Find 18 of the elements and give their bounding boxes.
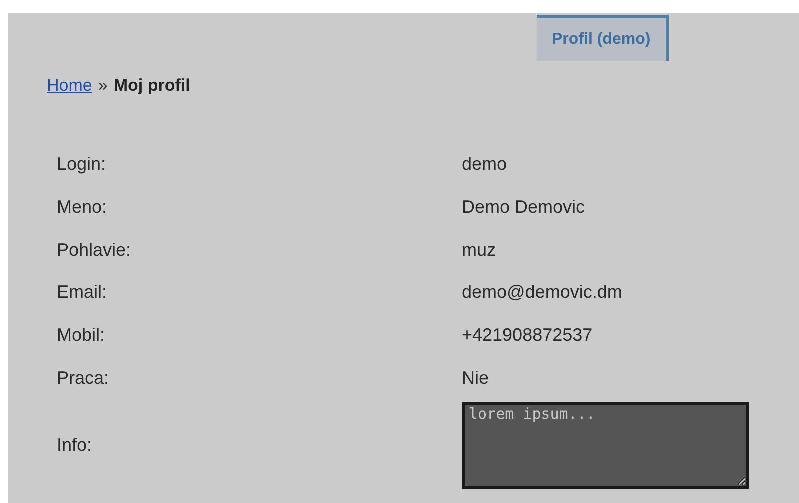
field-value: Demo Demovic xyxy=(462,196,586,220)
breadcrumb-current: Moj profil xyxy=(114,75,190,97)
home-link[interactable]: Home xyxy=(47,73,92,98)
field-label: Mobil: xyxy=(56,324,106,348)
field-value: muz xyxy=(462,238,496,262)
field-label: Email: xyxy=(56,281,108,304)
field-label: Login: xyxy=(56,153,108,176)
field-value: +421908872537 xyxy=(462,324,593,348)
field-value: Nie xyxy=(462,366,490,390)
field-value: demo xyxy=(462,153,508,176)
breadcrumb-separator: » xyxy=(98,75,108,97)
field-label: Praca: xyxy=(56,366,110,390)
field-label: Info: xyxy=(56,434,94,458)
field-value: demo@demovic.dm xyxy=(462,281,622,304)
field-label: Pohlavie: xyxy=(56,238,132,262)
info-textarea[interactable]: lorem ipsum... xyxy=(462,402,749,490)
field-label: Meno: xyxy=(56,196,108,220)
tab[interactable]: Profil (demo) xyxy=(537,15,669,61)
